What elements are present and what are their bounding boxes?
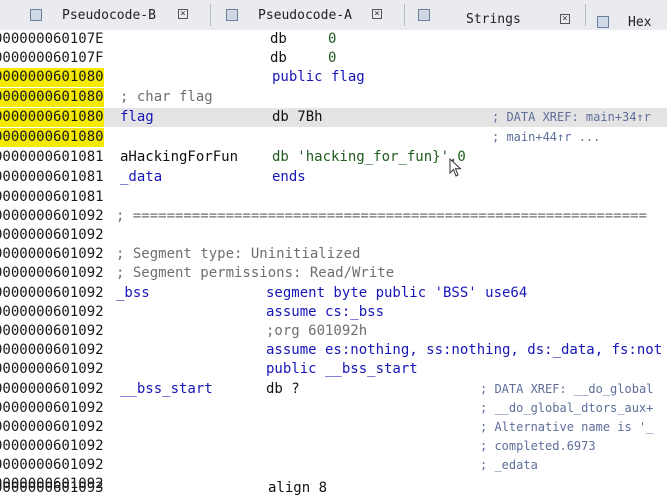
operand: 0 <box>328 31 337 47</box>
listing-row[interactable]: 0000000601081 _data ends <box>0 168 667 187</box>
segment-label[interactable]: _bss <box>116 284 150 303</box>
listing-row[interactable]: 0000000601092 _bss segment byte public '… <box>0 284 667 303</box>
directive: segment byte public 'BSS' use64 <box>266 285 528 301</box>
tab-bar: Pseudocode-B × Pseudocode-A × Strings × … <box>0 0 667 52</box>
address[interactable]: 0000000601093 <box>0 481 104 495</box>
xref-comment[interactable]: ; _edata <box>480 456 538 475</box>
directive: public flag <box>272 69 365 85</box>
disassembly-listing[interactable]: 000000060107E db 0 000000060107F db 0 00… <box>0 30 667 500</box>
symbol-label[interactable]: aHackingForFun <box>120 148 238 167</box>
directive: db 7Bh <box>272 109 323 125</box>
listing-row[interactable]: 0000000601081 <box>0 188 667 207</box>
xref-comment[interactable]: ; __do_global_dtors_aux+ <box>480 399 653 418</box>
address[interactable]: 000000060107F <box>0 49 104 68</box>
address[interactable]: 0000000601092 <box>0 284 104 303</box>
listing-row[interactable]: 0000000601092 public __bss_start <box>0 360 667 379</box>
address[interactable]: 0000000601092 <box>0 264 104 283</box>
symbol-label[interactable]: flag <box>120 108 154 127</box>
comment: ; Segment type: Uninitialized <box>116 246 361 262</box>
address[interactable]: 0000000601080 <box>0 128 104 147</box>
xref-comment: ; Alternative name is '_ <box>480 420 654 434</box>
listing-row[interactable]: 0000000601092 ;org 601092h <box>0 322 667 341</box>
address[interactable]: 0000000601092 <box>0 322 104 341</box>
listing-row[interactable]: 0000000601092 ; Segment type: Uninitiali… <box>0 245 667 264</box>
listing-row[interactable]: 0000000601093 align 8 <box>0 481 667 500</box>
tab-strings[interactable]: Strings <box>466 9 521 31</box>
address[interactable]: 0000000601092 <box>0 399 104 418</box>
directive: ends <box>272 169 306 185</box>
close-icon[interactable]: × <box>372 9 382 19</box>
string-data: db 'hacking_for_fun}',0 <box>272 149 466 165</box>
directive: db ? <box>266 381 300 397</box>
comment: ; Segment permissions: Read/Write <box>116 265 395 281</box>
close-icon[interactable]: × <box>178 9 188 19</box>
directive: public __bss_start <box>266 361 418 377</box>
listing-row[interactable]: 0000000601092 __bss_start db ? ; DATA XR… <box>0 380 667 399</box>
address[interactable]: 0000000601081 <box>0 148 104 167</box>
address[interactable]: 0000000601092 <box>0 418 104 437</box>
tab-divider <box>585 4 586 26</box>
listing-row[interactable]: 0000000601092 ; __do_global_dtors_aux+ <box>0 399 667 418</box>
tab-divider <box>210 4 211 26</box>
listing-row[interactable]: 0000000601092 assume es:nothing, ss:noth… <box>0 341 667 360</box>
pseudocode-icon <box>30 9 42 21</box>
address[interactable]: 0000000601080 <box>0 108 104 127</box>
listing-row[interactable]: 0000000601092 ; completed.6973 <box>0 437 667 456</box>
directive: align 8 <box>268 480 328 496</box>
directive: assume es:nothing, ss:nothing, ds:_data,… <box>266 342 663 358</box>
listing-row[interactable]: 000000060107F db 0 <box>0 49 667 68</box>
listing-row[interactable]: 0000000601092 ; _edata <box>0 456 667 475</box>
listing-row[interactable]: 0000000601092 assume cs:_bss <box>0 303 667 322</box>
listing-row[interactable]: 0000000601080 ; main+44↑r ... <box>0 128 667 147</box>
tab-pseudocode-a[interactable]: Pseudocode-A <box>258 5 352 27</box>
address[interactable]: 0000000601080 <box>0 88 104 107</box>
hex-view-icon <box>597 16 609 28</box>
address[interactable]: 0000000601092 <box>0 380 104 399</box>
address[interactable]: 0000000601092 <box>0 456 104 475</box>
xref-comment[interactable]: ; completed.6973 <box>480 437 596 456</box>
strings-icon <box>418 9 430 21</box>
close-icon[interactable]: × <box>560 14 570 24</box>
separator-comment: ; ======================================… <box>116 208 648 224</box>
listing-row[interactable]: 0000000601080 ; char flag <box>0 88 667 107</box>
address[interactable]: 0000000601092 <box>0 207 104 226</box>
listing-row[interactable]: 0000000601080 public flag <box>0 68 667 87</box>
comment: ; char flag <box>120 89 213 105</box>
address[interactable]: 0000000601080 <box>0 68 104 87</box>
address[interactable]: 000000060107E <box>0 30 104 49</box>
address[interactable]: 0000000601092 <box>0 360 104 379</box>
listing-row-selected[interactable]: 0000000601080 flag db 7Bh ; DATA XREF: m… <box>0 108 667 127</box>
directive: db <box>270 31 287 47</box>
comment: ;org 601092h <box>266 323 368 339</box>
segment-label[interactable]: _data <box>120 168 162 187</box>
listing-row[interactable]: 0000000601092 ; Segment permissions: Rea… <box>0 264 667 283</box>
address[interactable]: 0000000601092 <box>0 341 104 360</box>
address[interactable]: 0000000601081 <box>0 188 104 207</box>
pseudocode-icon <box>226 9 238 21</box>
tab-pseudocode-b[interactable]: Pseudocode-B <box>62 5 156 27</box>
listing-row[interactable]: 0000000601092 <box>0 226 667 245</box>
listing-row[interactable]: 000000060107E db 0 <box>0 30 667 49</box>
listing-row[interactable]: 0000000601092 ; Alternative name is '_ <box>0 418 667 437</box>
xref-comment[interactable]: ; DATA XREF: __do_global <box>480 380 653 399</box>
listing-row[interactable]: 0000000601081 aHackingForFun db 'hacking… <box>0 148 667 177</box>
symbol-label[interactable]: __bss_start <box>120 380 213 399</box>
address[interactable]: 0000000601092 <box>0 245 104 264</box>
address[interactable]: 0000000601092 <box>0 437 104 456</box>
address[interactable]: 0000000601092 <box>0 303 104 322</box>
tab-divider <box>404 4 405 26</box>
directive: assume cs:_bss <box>266 304 385 320</box>
directive: db <box>270 50 287 66</box>
address[interactable]: 0000000601092 <box>0 226 104 245</box>
address[interactable]: 0000000601081 <box>0 168 104 187</box>
operand: 0 <box>328 50 337 66</box>
xref-comment[interactable]: ; DATA XREF: main+34↑r <box>492 108 651 127</box>
xref-comment[interactable]: ; main+44↑r ... <box>492 128 600 147</box>
listing-row[interactable]: 0000000601092 ; ========================… <box>0 207 667 226</box>
